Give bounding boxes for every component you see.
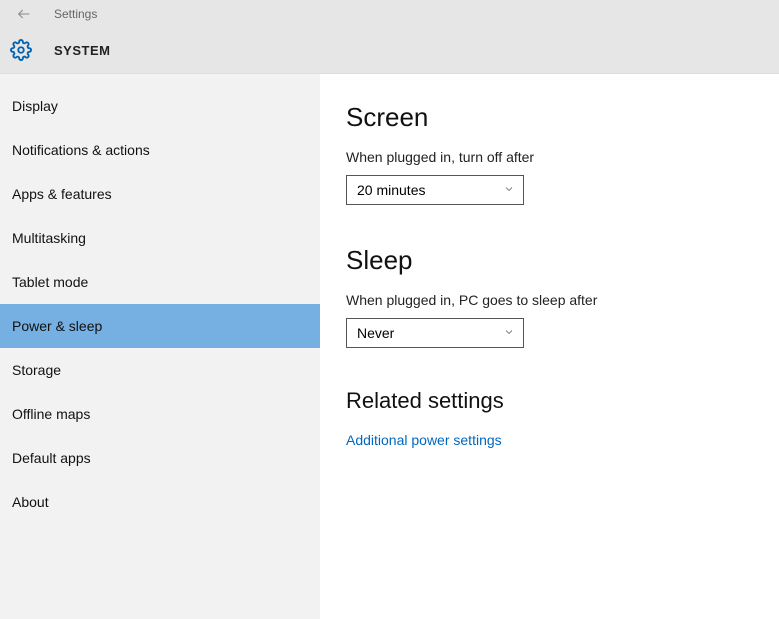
- sidebar-item-default-apps[interactable]: Default apps: [0, 436, 320, 480]
- section-heading-sleep: Sleep: [346, 245, 753, 276]
- sidebar-item-offline-maps[interactable]: Offline maps: [0, 392, 320, 436]
- sidebar-item-label: Default apps: [12, 450, 91, 466]
- sidebar-item-notifications[interactable]: Notifications & actions: [0, 128, 320, 172]
- screen-turnoff-label: When plugged in, turn off after: [346, 149, 753, 165]
- screen-turnoff-select[interactable]: 20 minutes: [346, 175, 524, 205]
- section-heading-related: Related settings: [346, 388, 753, 414]
- gear-icon: [10, 39, 32, 61]
- sidebar-item-label: Power & sleep: [12, 318, 102, 334]
- section-heading-screen: Screen: [346, 102, 753, 133]
- chevron-down-icon: [503, 325, 515, 341]
- sidebar-item-label: About: [12, 494, 49, 510]
- sleep-after-label: When plugged in, PC goes to sleep after: [346, 292, 753, 308]
- sidebar-item-label: Offline maps: [12, 406, 90, 422]
- sidebar-item-power-sleep[interactable]: Power & sleep: [0, 304, 320, 348]
- breadcrumb[interactable]: Settings: [54, 7, 97, 21]
- sidebar-item-label: Apps & features: [12, 186, 112, 202]
- sidebar-item-label: Storage: [12, 362, 61, 378]
- additional-power-settings-link[interactable]: Additional power settings: [346, 432, 753, 448]
- select-value: 20 minutes: [357, 182, 425, 198]
- sidebar-item-label: Tablet mode: [12, 274, 88, 290]
- sidebar-item-apps[interactable]: Apps & features: [0, 172, 320, 216]
- body-area: Display Notifications & actions Apps & f…: [0, 74, 779, 619]
- sleep-after-select[interactable]: Never: [346, 318, 524, 348]
- sidebar-item-multitasking[interactable]: Multitasking: [0, 216, 320, 260]
- title-row: SYSTEM: [0, 28, 779, 72]
- sidebar: Display Notifications & actions Apps & f…: [0, 74, 320, 619]
- window-header: Settings SYSTEM: [0, 0, 779, 74]
- sidebar-item-label: Notifications & actions: [12, 142, 150, 158]
- back-arrow-icon: [16, 6, 32, 22]
- sidebar-item-about[interactable]: About: [0, 480, 320, 524]
- select-value: Never: [357, 325, 394, 341]
- sidebar-item-label: Display: [12, 98, 58, 114]
- sidebar-item-storage[interactable]: Storage: [0, 348, 320, 392]
- sidebar-item-tablet-mode[interactable]: Tablet mode: [0, 260, 320, 304]
- back-button[interactable]: [12, 2, 36, 26]
- page-title: SYSTEM: [54, 43, 110, 58]
- sidebar-item-label: Multitasking: [12, 230, 86, 246]
- chevron-down-icon: [503, 182, 515, 198]
- sidebar-item-display[interactable]: Display: [0, 84, 320, 128]
- content-pane: Screen When plugged in, turn off after 2…: [320, 74, 779, 619]
- breadcrumb-row: Settings: [0, 0, 779, 28]
